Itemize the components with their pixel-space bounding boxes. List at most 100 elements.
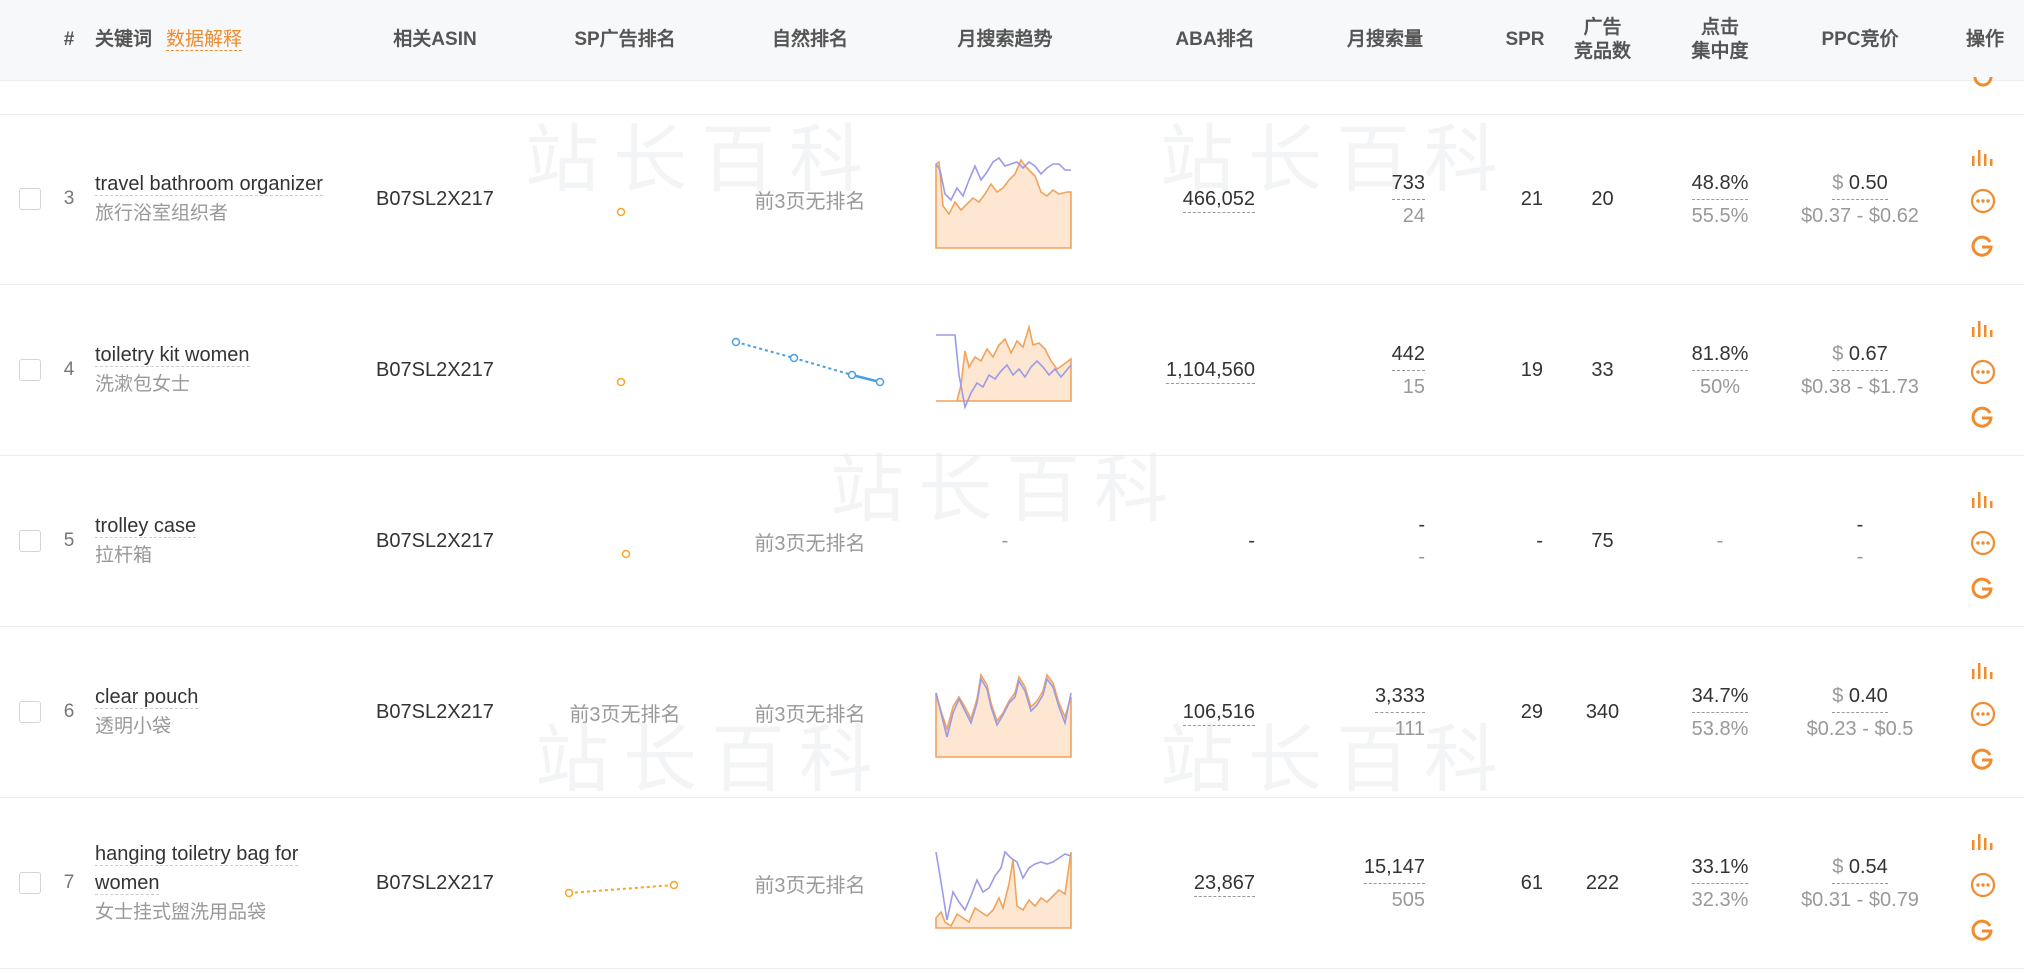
search-trend-chart[interactable]	[935, 627, 1075, 797]
click-pct[interactable]: 34.7%	[1691, 680, 1749, 713]
ppc-value[interactable]: $ 0.40	[1832, 680, 1888, 713]
search-volume-value[interactable]: 15,147	[1363, 851, 1425, 884]
row-actions	[1968, 456, 1998, 626]
asin[interactable]: B07SL2X217	[360, 627, 510, 797]
search-volume-sub: 15	[1402, 375, 1425, 398]
bar-chart-icon[interactable]	[1970, 146, 1994, 168]
header-natural-rank[interactable]: 自然排名	[720, 0, 900, 80]
spr-value: 61	[1520, 871, 1543, 894]
google-icon[interactable]	[1970, 234, 1994, 258]
aba-rank-value[interactable]: 23,867	[1193, 870, 1255, 897]
asin[interactable]: B07SL2X217	[360, 456, 510, 626]
click-pct[interactable]: 48.8%	[1691, 167, 1749, 200]
search-volume-sub: -	[1418, 546, 1425, 568]
click-sub: 53.8%	[1691, 717, 1749, 740]
table-row[interactable]: 5 trolley case 拉杆箱 B07SL2X217 前3页无排名 - -…	[0, 456, 2024, 627]
row-checkbox[interactable]	[19, 530, 41, 552]
header-click-concentration[interactable]: 点击 集中度	[1685, 0, 1755, 80]
bar-chart-icon[interactable]	[1970, 317, 1994, 339]
search-trend-chart[interactable]	[935, 114, 1075, 284]
header-index: #	[63, 29, 75, 50]
keyword-en[interactable]: trolley case	[95, 515, 197, 538]
search-trend-chart[interactable]	[935, 285, 1075, 455]
bar-chart-icon[interactable]	[1970, 659, 1994, 681]
keyword-en[interactable]: clear pouch	[95, 686, 199, 709]
sp-rank-sparkline	[616, 377, 626, 387]
click-pct[interactable]: 81.8%	[1691, 338, 1749, 371]
header-ad-products-line1: 广告	[1583, 17, 1622, 38]
keyword-en[interactable]: hanging toiletry bag for women	[95, 842, 299, 895]
table-row[interactable]: 7 hanging toiletry bag for women 女士挂式盥洗用…	[0, 798, 2024, 969]
header-monthly-search[interactable]: 月搜索量	[1310, 0, 1460, 80]
bar-chart-icon[interactable]	[1970, 488, 1994, 510]
header-sp-rank[interactable]: SP广告排名	[530, 0, 720, 80]
row-checkbox[interactable]	[19, 188, 41, 210]
keyword-en[interactable]: travel bathroom organizer	[95, 173, 323, 196]
row-number: 5	[63, 530, 75, 551]
click-sub: 50%	[1699, 375, 1741, 398]
keyword-cn: 洗漱包女士	[95, 374, 191, 395]
ad-products-value: 33	[1591, 358, 1614, 381]
sp-rank-chart	[530, 798, 720, 968]
more-dots-icon[interactable]	[1970, 872, 1996, 898]
trend-sparkline	[935, 156, 1072, 249]
more-dots-icon[interactable]	[1970, 701, 1996, 727]
row-checkbox[interactable]	[19, 359, 41, 381]
click-pct: -	[1716, 529, 1724, 552]
spr-value: 21	[1520, 187, 1543, 210]
aba-rank-value[interactable]: 1,104,560	[1166, 357, 1255, 384]
header-trend: 月搜索趋势	[957, 29, 1053, 50]
ppc-bid: $ 0.54 $0.31 - $0.79	[1780, 798, 1940, 968]
natural-rank: 前3页无排名	[754, 532, 866, 555]
row-actions	[1968, 627, 1998, 797]
spr-value: 19	[1520, 358, 1543, 381]
click-concentration: 48.8% 55.5%	[1670, 114, 1770, 284]
header-spr[interactable]: SPR	[1490, 0, 1560, 80]
search-trend-chart[interactable]	[935, 798, 1075, 968]
header-aba-rank[interactable]: ABA排名	[1140, 0, 1290, 80]
asin[interactable]: B07SL2X217	[360, 114, 510, 284]
bar-chart-icon[interactable]	[1970, 830, 1994, 852]
google-icon[interactable]	[1970, 747, 1994, 771]
more-dots-icon[interactable]	[1970, 188, 1996, 214]
google-icon[interactable]	[1970, 918, 1994, 942]
ppc-range: $0.38 - $1.73	[1801, 375, 1919, 398]
keyword-en[interactable]: toiletry kit women	[95, 344, 250, 367]
click-pct[interactable]: 33.1%	[1691, 851, 1749, 884]
search-volume: 733 24	[1340, 114, 1425, 284]
trend-empty: -	[1001, 529, 1009, 552]
ppc-value[interactable]: $ 0.50	[1832, 167, 1888, 200]
google-icon[interactable]	[1970, 405, 1994, 429]
search-volume-value[interactable]: 442	[1391, 338, 1425, 371]
asin[interactable]: B07SL2X217	[360, 285, 510, 455]
natural-rank: 前3页无排名	[754, 703, 866, 726]
row-actions	[1968, 285, 1998, 455]
aba-rank-value[interactable]: 106,516	[1182, 699, 1255, 726]
ppc-value[interactable]: $ 0.67	[1832, 338, 1888, 371]
table-row[interactable]: 4 toiletry kit women 洗漱包女士 B07SL2X217 1,…	[0, 285, 2024, 456]
aba-rank: -	[1248, 529, 1255, 552]
header-ppc[interactable]: PPC竞价	[1780, 0, 1940, 80]
ppc-range: $0.31 - $0.79	[1801, 888, 1919, 911]
search-volume-value[interactable]: 3,333	[1374, 680, 1425, 713]
asin[interactable]: B07SL2X217	[360, 798, 510, 968]
search-volume-value[interactable]: 733	[1391, 167, 1425, 200]
more-dots-icon[interactable]	[1970, 359, 1996, 385]
search-volume-sub: 111	[1394, 717, 1425, 740]
aba-rank-value[interactable]: 466,052	[1182, 186, 1255, 213]
row-checkbox[interactable]	[19, 701, 41, 723]
google-icon[interactable]	[1970, 576, 1994, 600]
google-icon[interactable]	[1972, 77, 1994, 91]
keyword-cn: 拉杆箱	[95, 545, 153, 566]
ppc-amount: 0.50	[1848, 171, 1888, 194]
header-asin[interactable]: 相关ASIN	[360, 0, 510, 80]
ppc-amount: 0.67	[1848, 342, 1888, 365]
header-keyword: 关键词 数据解释	[95, 0, 335, 80]
row-checkbox[interactable]	[19, 872, 41, 894]
header-ad-products[interactable]: 广告 竞品数	[1570, 0, 1635, 80]
table-row[interactable]: 3 travel bathroom organizer 旅行浴室组织者 B07S…	[0, 114, 2024, 285]
data-explain-link[interactable]: 数据解释	[166, 29, 243, 51]
table-row[interactable]: 6 clear pouch 透明小袋 B07SL2X217 前3页无排名 前3页…	[0, 627, 2024, 798]
more-dots-icon[interactable]	[1970, 530, 1996, 556]
ppc-value[interactable]: $ 0.54	[1832, 851, 1888, 884]
